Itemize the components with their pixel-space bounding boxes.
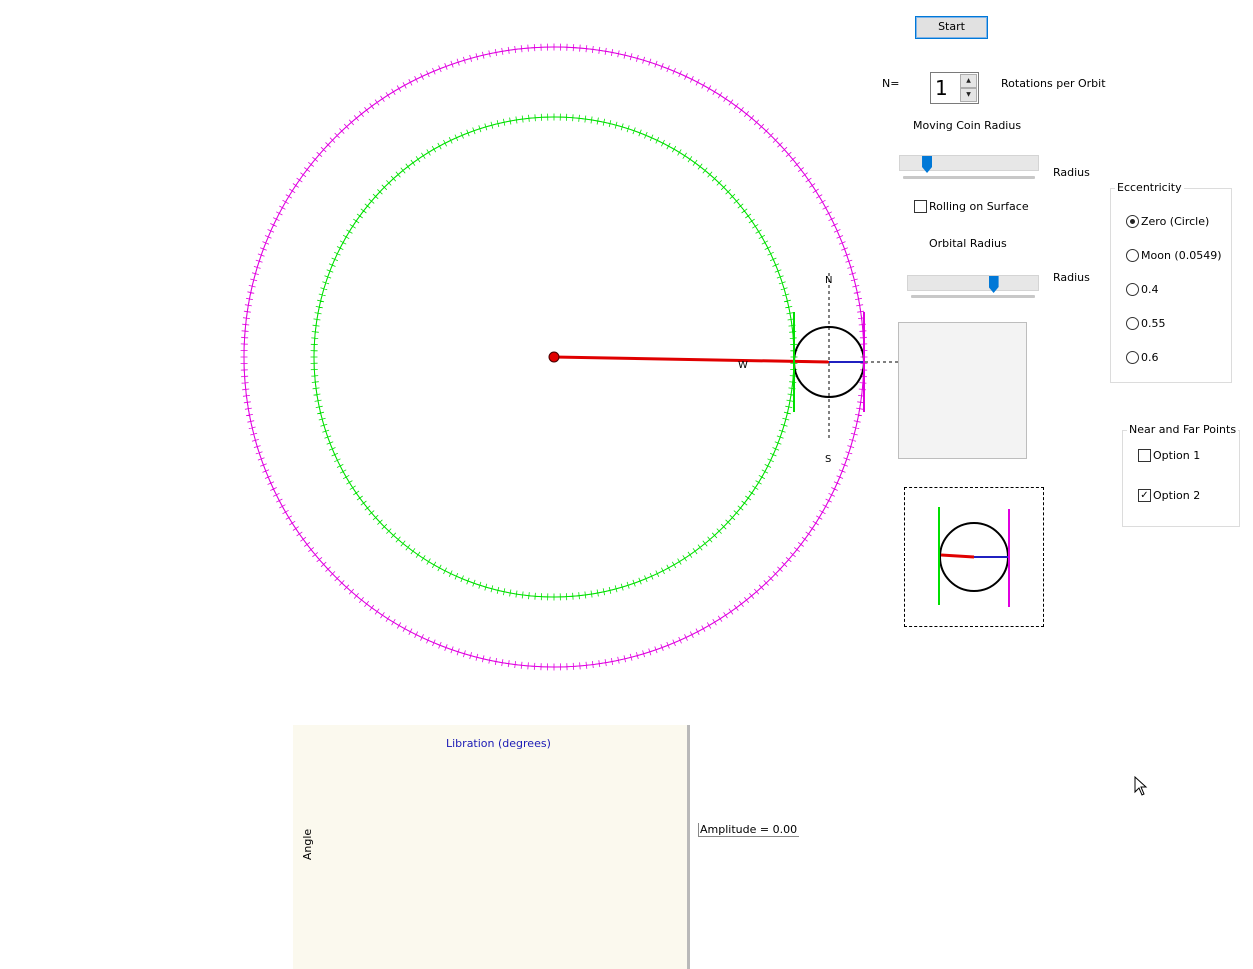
orbit-north-label: N: [825, 275, 832, 286]
radio-label: 0.6: [1141, 351, 1159, 364]
n-label: N=: [882, 77, 900, 90]
radio-label: 0.4: [1141, 283, 1159, 296]
moving-coin-radius-slider[interactable]: [899, 155, 1039, 181]
radio-0-4[interactable]: [1126, 283, 1139, 296]
radio-0-55[interactable]: [1126, 317, 1139, 330]
center-point: [548, 351, 560, 363]
orbit-south-label: S: [825, 454, 831, 465]
option-1-checkbox[interactable]: [1138, 449, 1151, 462]
orbit-west-label: W: [738, 360, 748, 371]
near-far-group: [1122, 430, 1240, 527]
mouse-cursor-icon: [1134, 776, 1148, 796]
radio-label: 0.55: [1141, 317, 1166, 330]
n-value: 1: [935, 76, 948, 100]
rotations-label: Rotations per Orbit: [1001, 77, 1106, 90]
near-far-title: Near and Far Points: [1127, 423, 1239, 436]
radio-zero-circle[interactable]: [1126, 215, 1139, 228]
coin-radius-red: [795, 360, 830, 363]
orbital-radius-label: Orbital Radius: [929, 237, 1007, 250]
chart-ylabel: Angle: [301, 828, 315, 861]
eccentricity-title: Eccentricity: [1115, 181, 1184, 194]
radius-label-1: Radius: [1053, 166, 1090, 179]
amplitude-readout: Amplitude = 0.00: [698, 823, 800, 837]
libration-chart-panel: [293, 725, 690, 969]
rolling-on-surface-checkbox[interactable]: [914, 200, 927, 213]
option-2-label: Option 2: [1153, 489, 1201, 502]
option-2-checkbox[interactable]: ✓: [1138, 489, 1151, 502]
start-button[interactable]: Start: [915, 16, 988, 39]
radius-label-2: Radius: [1053, 271, 1090, 284]
chart-title: Libration (degrees): [446, 737, 551, 750]
radio-0-6[interactable]: [1126, 351, 1139, 364]
spinner-up-button[interactable]: ▲: [960, 74, 977, 88]
orbit-radius-line: [553, 355, 829, 364]
rolling-on-surface-label: Rolling on Surface: [929, 200, 1029, 213]
moving-coin-radius-label: Moving Coin Radius: [913, 119, 1022, 132]
orbital-radius-slider[interactable]: [907, 275, 1039, 301]
radio-label: Zero (Circle): [1141, 215, 1210, 228]
coin-preview-box: [904, 487, 1044, 627]
radio-label: Moon (0.0549): [1141, 249, 1222, 262]
n-spinner[interactable]: 1 ▲ ▼: [930, 72, 979, 104]
option-1-label: Option 1: [1153, 449, 1201, 462]
compass-panel: [898, 322, 1027, 459]
radio-moon[interactable]: [1126, 249, 1139, 262]
spinner-down-button[interactable]: ▼: [960, 88, 977, 102]
